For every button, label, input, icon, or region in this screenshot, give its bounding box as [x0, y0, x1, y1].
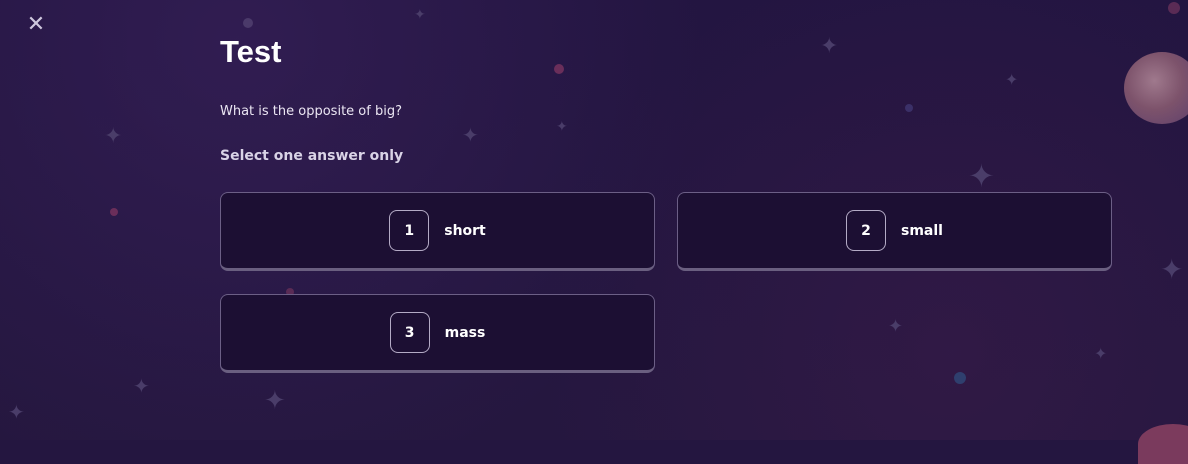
star-dot [554, 64, 564, 74]
instruction-text: Select one answer only [220, 148, 404, 164]
star-dot [905, 104, 913, 112]
close-icon[interactable]: ✕ [26, 14, 46, 36]
answer-number-badge: 2 [846, 210, 887, 251]
sparkle-icon: ✦ [1005, 70, 1019, 89]
sparkle-icon: ✦ [8, 400, 25, 424]
sparkle-icon: ✦ [264, 386, 286, 416]
answer-option-1[interactable]: 1 short [220, 192, 655, 271]
answer-option-2[interactable]: 2 small [677, 192, 1112, 271]
sparkle-icon: ✦ [556, 119, 568, 135]
star-dot [954, 372, 966, 384]
star-dot [110, 208, 118, 216]
sparkle-icon: ✦ [1160, 253, 1184, 286]
star-dot [243, 18, 253, 28]
star-dot [1168, 2, 1180, 14]
page-title: Test [220, 34, 282, 69]
answer-number-badge: 1 [389, 210, 430, 251]
answer-label: mass [444, 324, 486, 341]
sparkle-icon: ✦ [462, 123, 479, 147]
answer-label: small [901, 222, 943, 239]
sparkle-icon: ✦ [1094, 344, 1108, 363]
sparkle-icon: ✦ [820, 34, 839, 59]
answer-option-3[interactable]: 3 mass [220, 294, 655, 373]
sparkle-icon: ✦ [414, 7, 426, 23]
question-text: What is the opposite of big? [220, 104, 402, 119]
sparkle-icon: ✦ [104, 124, 123, 149]
answer-label: short [444, 222, 486, 239]
planet-decoration [1138, 424, 1188, 464]
sparkle-icon: ✦ [133, 374, 150, 398]
answer-number-badge: 3 [389, 312, 430, 353]
sparkle-icon: ✦ [888, 316, 904, 337]
sparkle-icon: ✦ [968, 157, 995, 195]
